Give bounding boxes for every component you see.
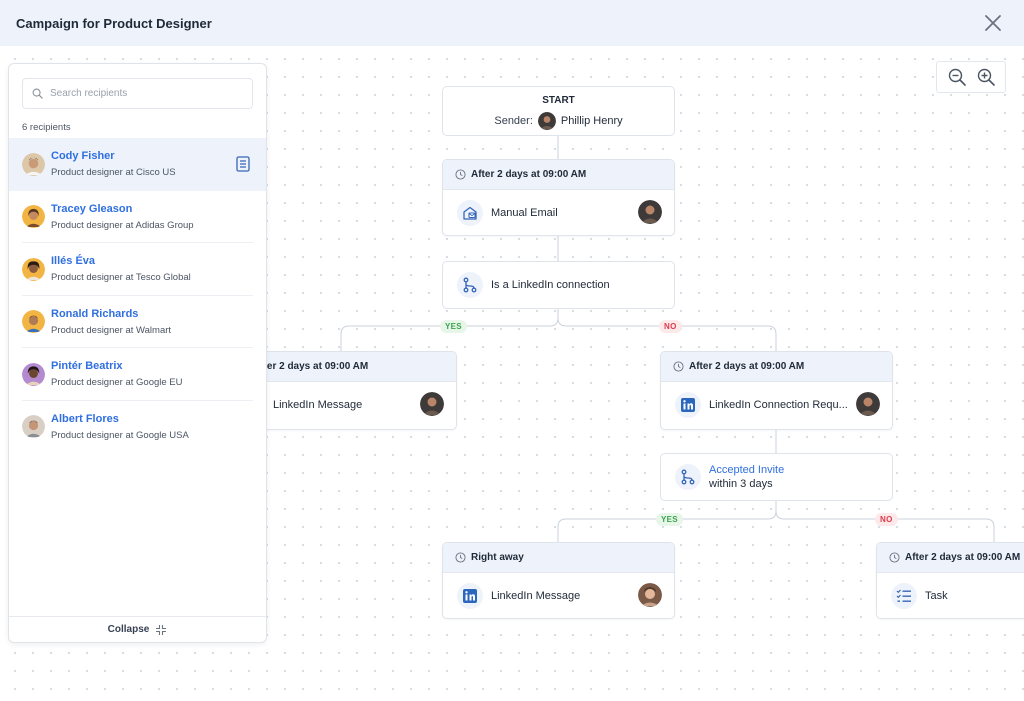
zoom-out-icon[interactable] xyxy=(947,67,967,87)
avatar xyxy=(22,205,45,229)
step-linkedin-connection-request[interactable]: After 2 days at 09:00 AM LinkedIn Connec… xyxy=(660,351,893,430)
recipient-title: Product designer at Adidas Group xyxy=(51,219,194,231)
avatar xyxy=(537,112,556,130)
clock-icon xyxy=(455,169,466,180)
avatar xyxy=(22,257,45,281)
close-icon[interactable] xyxy=(982,12,1004,34)
zoom-in-icon[interactable] xyxy=(976,67,996,87)
condition-label: Is a LinkedIn connection xyxy=(491,279,610,291)
list-item[interactable]: Pintér Beatrix Product designer at Googl… xyxy=(9,348,266,401)
step-timing-text: Right away xyxy=(471,552,524,563)
step-timing: After 2 days at 09:00 AM xyxy=(661,352,892,382)
condition-accepted-invite[interactable]: Accepted Invite within 3 days xyxy=(660,453,893,501)
step-label: LinkedIn Connection Requ... xyxy=(709,398,848,411)
start-node[interactable]: START Sender: Phillip Henry xyxy=(442,86,675,136)
list-item[interactable]: Albert Flores Product designer at Google… xyxy=(9,401,266,454)
sender-row: Sender: Phillip Henry xyxy=(443,112,674,130)
step-task[interactable]: After 2 days at 09:00 AM Task xyxy=(876,542,1024,619)
avatar xyxy=(22,415,45,439)
collapse-label: Collapse xyxy=(107,624,150,635)
step-timing-text: After 2 days at 09:00 AM xyxy=(905,552,1021,563)
start-title: START xyxy=(542,95,575,106)
task-list-icon xyxy=(891,582,917,609)
avatar xyxy=(22,362,45,386)
search-box[interactable] xyxy=(22,78,253,109)
email-icon xyxy=(457,199,483,226)
step-timing-text: After 2 days at 09:00 AM xyxy=(253,361,369,372)
branch-yes-badge: YES xyxy=(440,320,467,333)
linkedin-icon xyxy=(457,582,483,609)
collapse-button[interactable]: Collapse xyxy=(9,616,266,642)
modal-header: Campaign for Product Designer xyxy=(0,0,1024,46)
step-timing-text: After 2 days at 09:00 AM xyxy=(471,169,587,180)
clock-icon xyxy=(455,552,466,563)
recipient-title: Product designer at Google USA xyxy=(51,429,189,441)
recipient-name: Albert Flores xyxy=(51,412,119,425)
list-item[interactable]: Cody Fisher Product designer at Cisco US xyxy=(9,138,266,191)
recipient-title: Product designer at Tesco Global xyxy=(51,272,191,284)
recipient-title: Product designer at Google EU xyxy=(51,377,183,389)
recipient-name: Ronald Richards xyxy=(51,307,139,320)
clock-icon xyxy=(673,361,684,372)
recipient-title: Product designer at Cisco US xyxy=(51,167,176,179)
avatar xyxy=(638,200,662,224)
collapse-icon xyxy=(156,624,167,635)
avatar xyxy=(22,152,45,176)
avatar xyxy=(856,392,880,416)
sender-label: Sender: xyxy=(494,115,533,127)
recipient-name: Illés Éva xyxy=(51,255,96,268)
list-item[interactable]: Illés Éva Product designer at Tesco Glob… xyxy=(9,243,266,296)
step-label: Task xyxy=(925,589,948,602)
condition-linkedin-connection[interactable]: Is a LinkedIn connection xyxy=(442,261,675,309)
step-timing: After 2 days at 09:00 AM xyxy=(443,160,674,190)
recipient-title: Product designer at Walmart xyxy=(51,324,172,336)
avatar xyxy=(420,392,444,416)
sender-name: Phillip Henry xyxy=(560,115,623,127)
branch-icon xyxy=(675,464,701,490)
avatar xyxy=(22,310,45,334)
list-item[interactable]: Ronald Richards Product designer at Walm… xyxy=(9,296,266,349)
step-label: Manual Email xyxy=(491,206,558,219)
recipient-name: Tracey Gleason xyxy=(51,202,133,215)
condition-label: Accepted Invite xyxy=(709,464,785,476)
step-timing: After 2 days at 09:00 AM xyxy=(877,543,1024,573)
clock-icon xyxy=(889,552,900,563)
step-timing-text: After 2 days at 09:00 AM xyxy=(689,361,805,372)
recipient-name: Pintér Beatrix xyxy=(51,360,123,373)
zoom-controls xyxy=(936,61,1006,93)
branch-yes-badge: YES xyxy=(656,513,683,526)
branch-icon xyxy=(457,272,483,298)
recipient-name: Cody Fisher xyxy=(51,150,115,163)
recipients-sidebar: 6 recipients Cody Fisher Product designe… xyxy=(8,63,267,643)
recipients-count: 6 recipients xyxy=(22,122,71,133)
modal-title: Campaign for Product Designer xyxy=(16,15,212,31)
step-label: LinkedIn Message xyxy=(273,398,363,411)
branch-no-badge: NO xyxy=(875,513,898,526)
list-item[interactable]: Tracey Gleason Product designer at Adida… xyxy=(9,191,266,244)
recipient-list: Cody Fisher Product designer at Cisco US… xyxy=(9,138,266,453)
avatar xyxy=(638,583,662,607)
linkedin-icon xyxy=(675,391,701,418)
step-manual-email[interactable]: After 2 days at 09:00 AM Manual Email xyxy=(442,159,675,236)
step-linkedin-message[interactable]: Right away LinkedIn Message xyxy=(442,542,675,619)
step-timing: Right away xyxy=(443,543,674,573)
search-input[interactable] xyxy=(50,88,240,99)
document-icon[interactable] xyxy=(236,156,250,172)
branch-no-badge: NO xyxy=(659,320,682,333)
search-icon xyxy=(32,88,43,99)
step-label: LinkedIn Message xyxy=(491,589,581,602)
condition-sublabel: within 3 days xyxy=(709,478,773,490)
